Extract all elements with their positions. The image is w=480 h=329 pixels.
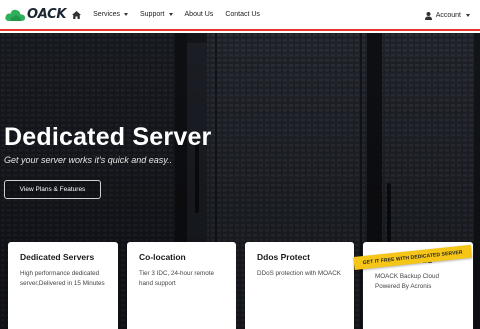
card-description: DDoS protection with MOACK [257, 270, 341, 277]
user-icon [424, 11, 432, 20]
card-dedicated-servers[interactable]: Dedicated Servers High performance dedic… [8, 242, 118, 329]
nav-services[interactable]: Services [93, 11, 128, 18]
account-menu[interactable]: Account [424, 0, 470, 31]
view-plans-button[interactable]: View Plans & Features [4, 180, 101, 199]
card-ddos-protect[interactable]: Ddos Protect DDoS protection with MOACK [245, 242, 354, 329]
nav-about-us[interactable]: About Us [185, 11, 214, 18]
card-title: Ddos Protect [257, 252, 310, 262]
nav-support-label: Support [139, 11, 165, 18]
nav-menu: Services Support About Us Contact Us [93, 11, 272, 18]
nav-services-label: Services [93, 11, 120, 18]
chevron-down-icon [168, 13, 173, 16]
card-title: Co-location [139, 252, 186, 262]
top-navbar: OACK Services Support About Us Contact U… [0, 0, 480, 31]
account-label: Account [435, 12, 461, 19]
hero-subtitle: Get your server works it's quick and eas… [4, 155, 173, 165]
home-icon[interactable] [72, 10, 82, 19]
cloud-logo-icon [5, 9, 26, 21]
nav-contact-us[interactable]: Contact Us [225, 11, 260, 18]
card-description: MOACK Backup Cloud Powered By Acronis [375, 273, 440, 290]
nav-contact-us-label: Contact Us [225, 11, 260, 18]
brand-name: OACK [27, 7, 67, 22]
nav-about-us-label: About Us [184, 11, 214, 18]
brand-logo[interactable]: OACK [4, 0, 66, 30]
hero-title: Dedicated Server [4, 123, 212, 151]
hero-content: Dedicated Server Get your server works i… [4, 123, 211, 165]
card-co-location[interactable]: Co-location Tier 3 IDC, 24-hour remote h… [127, 242, 236, 329]
nav-support[interactable]: Support [140, 11, 173, 18]
card-title: Dedicated Servers [20, 252, 95, 262]
card-description: Tier 3 IDC, 24-hour remote hand support [139, 270, 215, 287]
card-description: High performance dedicated server,Delive… [20, 270, 105, 287]
chevron-down-icon [123, 13, 128, 16]
chevron-down-icon [466, 14, 470, 17]
